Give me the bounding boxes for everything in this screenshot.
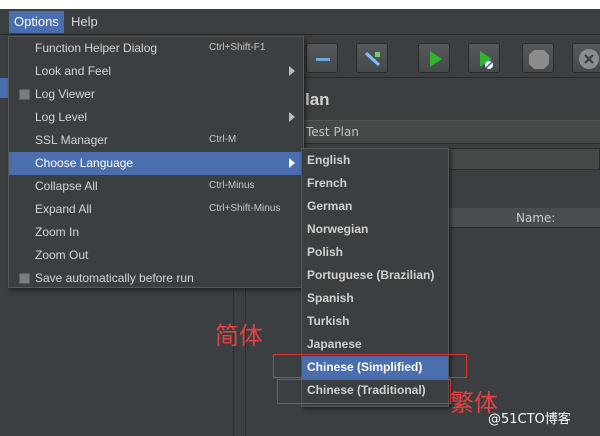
stop-icon (529, 50, 549, 69)
language-label: French (307, 176, 348, 190)
annotation-simplified: 简体 (215, 322, 263, 350)
menu-item-label: Log Viewer (35, 87, 95, 101)
menu-item-choose-language[interactable]: Choose Language (9, 152, 303, 175)
menu-options[interactable]: Options (9, 11, 64, 33)
table-header-name: Name: (516, 211, 556, 225)
menu-help-label: Help (71, 14, 98, 29)
language-label: Norwegian (307, 222, 369, 236)
options-menu: Function Helper Dialog Ctrl+Shift-F1 Loo… (8, 36, 304, 288)
submenu-arrow-icon (289, 158, 295, 168)
menu-item-label: Expand All (35, 202, 92, 216)
menu-item-log-level[interactable]: Log Level (9, 106, 303, 129)
language-item-french[interactable]: French (302, 172, 448, 195)
language-label: Turkish (307, 314, 350, 328)
checkbox-icon[interactable] (19, 273, 30, 284)
shutdown-button[interactable] (572, 43, 600, 73)
language-item-portuguese[interactable]: Portuguese (Brazilian) (302, 264, 448, 287)
menu-item-accel: Ctrl-M (209, 134, 237, 145)
stop-button[interactable] (522, 43, 554, 73)
menu-item-label: SSL Manager (35, 133, 108, 147)
language-item-spanish[interactable]: Spanish (302, 287, 448, 310)
menu-item-log-viewer[interactable]: Log Viewer (9, 83, 303, 106)
menu-options-label: Options (14, 14, 59, 29)
menu-item-label: Zoom Out (35, 248, 89, 262)
toolbar (300, 36, 600, 78)
menu-item-zoom-in[interactable]: Zoom In (9, 221, 303, 244)
language-item-polish[interactable]: Polish (302, 241, 448, 264)
window-top-strip (0, 0, 600, 9)
menu-item-collapse-all[interactable]: Collapse All Ctrl-Minus (9, 175, 303, 198)
language-item-german[interactable]: German (302, 195, 448, 218)
run-icon (430, 51, 442, 67)
language-label: Polish (307, 245, 344, 259)
page-title: lan (305, 90, 330, 109)
menu-item-label: Save automatically before run (35, 271, 194, 285)
menubar: Options Help (0, 9, 600, 35)
minus-icon (316, 58, 330, 61)
language-item-english[interactable]: English (302, 149, 448, 172)
language-label: Spanish (307, 291, 354, 305)
menu-item-ssl-manager[interactable]: SSL Manager Ctrl-M (9, 129, 303, 152)
language-label: German (307, 199, 353, 213)
annotation-box-simplified (273, 354, 467, 378)
toggle-button[interactable] (356, 43, 388, 73)
annotation-box-traditional (277, 379, 451, 404)
checkbox-icon[interactable] (19, 89, 30, 100)
watermark: @51CTO博客 (488, 412, 571, 427)
start-no-pause-button[interactable] (468, 43, 500, 73)
menu-item-accel: Ctrl-Minus (209, 180, 255, 191)
language-item-japanese[interactable]: Japanese (302, 333, 448, 356)
shutdown-icon (579, 49, 599, 69)
start-button[interactable] (418, 43, 450, 73)
run-no-pause-icon (480, 51, 493, 69)
comments-field[interactable] (448, 148, 600, 170)
edit-icon (364, 51, 381, 67)
language-item-norwegian[interactable]: Norwegian (302, 218, 448, 241)
menu-item-label: Look and Feel (35, 64, 112, 78)
menu-item-look-and-feel[interactable]: Look and Feel (9, 60, 303, 83)
submenu-arrow-icon (289, 66, 295, 76)
language-item-turkish[interactable]: Turkish (302, 310, 448, 333)
submenu-arrow-icon (289, 112, 295, 122)
menu-item-label: Collapse All (35, 179, 98, 193)
language-label: Portuguese (Brazilian) (307, 268, 435, 282)
divider (245, 290, 246, 436)
menu-item-label: Zoom In (35, 225, 80, 239)
collapse-button[interactable] (306, 43, 338, 73)
menu-item-accel: Ctrl+Shift-Minus (209, 203, 281, 214)
menu-item-label: Function Helper Dialog (35, 41, 158, 55)
divider (233, 290, 234, 436)
menu-item-save-automatically[interactable]: Save automatically before run (9, 267, 303, 290)
language-label: Japanese (307, 337, 362, 351)
menu-help[interactable]: Help (66, 11, 103, 33)
menu-item-label: Choose Language (35, 156, 134, 170)
menu-item-function-helper[interactable]: Function Helper Dialog Ctrl+Shift-F1 (9, 37, 303, 60)
menu-item-zoom-out[interactable]: Zoom Out (9, 244, 303, 267)
name-field[interactable]: Test Plan (306, 125, 359, 139)
menu-item-expand-all[interactable]: Expand All Ctrl+Shift-Minus (9, 198, 303, 221)
menu-item-label: Log Level (35, 110, 88, 124)
menu-item-accel: Ctrl+Shift-F1 (209, 42, 266, 53)
language-label: English (307, 153, 351, 167)
